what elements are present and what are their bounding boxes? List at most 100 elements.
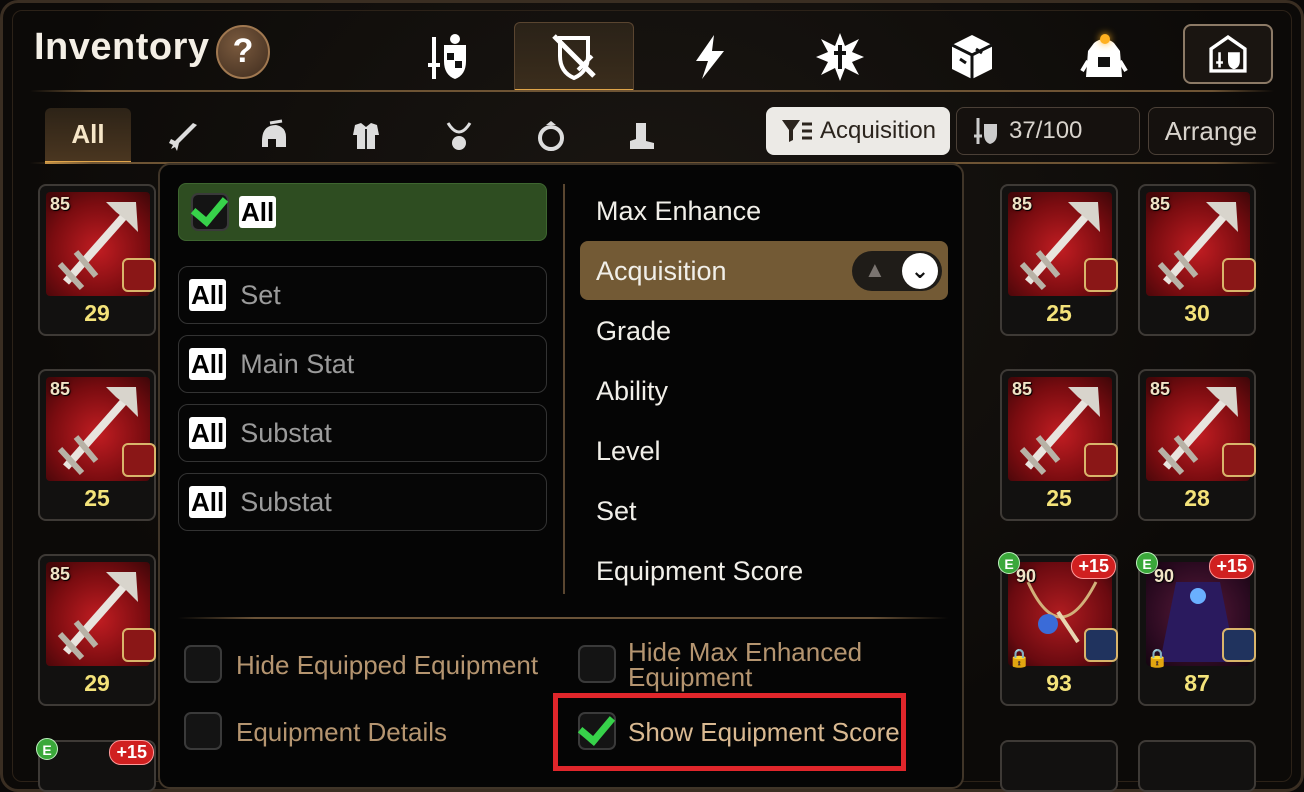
capacity-count: 37/100 [1009,117,1083,144]
set-icon [1222,628,1256,662]
arrange-button[interactable]: Arrange [1148,107,1274,155]
item-level: 85 [1012,379,1033,399]
equipped-marker: E [36,738,58,760]
set-icon [1084,628,1118,662]
filter-label: Set [240,279,281,310]
sort-option[interactable]: Equipment Score [596,556,803,587]
set-icon [1084,258,1118,292]
storage-button[interactable] [1183,24,1273,84]
item-card[interactable]: 85 28 [1138,369,1256,521]
tab-artifacts[interactable] [650,22,770,92]
filter-row-substat[interactable]: All Substat [178,404,547,462]
cube-icon [951,35,993,79]
equipment-details-checkbox[interactable] [184,712,222,750]
sort-option[interactable]: Ability [596,376,668,407]
filter-tab-ring[interactable] [508,108,594,164]
chevron-down-icon[interactable]: ⌄ [902,253,938,289]
armor-icon [353,123,379,149]
item-score: 25 [84,485,110,511]
lock-icon: 🔒 [1008,648,1031,668]
item-level: 90 [1016,566,1037,586]
lock-icon: 🔒 [1146,648,1169,668]
set-icon [1222,258,1256,292]
filter-row-main-stat[interactable]: All Main Stat [178,335,547,393]
no-equipment-icon [552,34,596,81]
filter-tab-armor[interactable] [323,108,409,164]
item-card[interactable] [1138,740,1256,792]
equipment-icon [974,118,997,144]
all-pill: All [189,279,227,311]
item-card[interactable]: 85 25 [38,369,156,521]
filter-icon [781,120,812,142]
sort-button[interactable]: Acquisition [766,107,950,155]
all-pill: All [189,348,227,380]
sort-option[interactable]: Set [596,496,637,527]
hide-max-enhanced-label-2: Equipment [628,662,753,692]
sort-order-toggle[interactable]: ▲ ⌄ [852,251,942,291]
filter-label: Substat [240,417,332,448]
lightning-icon [696,35,724,79]
filter-tab-weapon[interactable] [137,108,223,164]
panel-divider-horizontal [178,617,948,619]
filter-tab-boots[interactable] [598,108,684,164]
hide-equipped-checkbox[interactable] [184,645,222,683]
filter-all-option[interactable]: All [178,183,547,241]
tab-materials[interactable] [912,22,1032,92]
inventory-capacity: 37/100 [956,107,1140,155]
item-card[interactable]: 85 29 [38,554,156,706]
item-score: 25 [1046,300,1072,326]
tab-unequipped[interactable] [514,22,634,92]
sword-icon [169,123,197,151]
enhance-badge: +15 [1071,554,1116,579]
item-card[interactable]: 85 25 [1000,369,1118,521]
filter-tab-necklace[interactable] [416,108,502,164]
item-score: 28 [1184,485,1210,511]
item-level: 85 [1150,379,1171,399]
sort-option-selected[interactable]: Acquisition [596,256,727,287]
enhance-badge: +15 [109,740,154,765]
all-pill: All [189,486,227,518]
set-icon [122,258,156,292]
checkbox-checked[interactable] [191,193,229,231]
sort-button-label: Acquisition [819,117,937,144]
item-card[interactable]: E 90 +15 🔒 93 [998,552,1118,706]
set-icon [1084,443,1118,477]
sort-option[interactable]: Level [596,436,661,467]
item-card[interactable]: E +15 [36,738,156,792]
item-score: 29 [84,670,110,696]
item-score: 29 [84,300,110,326]
tab-equipment[interactable] [386,22,506,92]
item-card[interactable]: 85 25 [1000,184,1118,336]
tab-bag[interactable] [1044,22,1164,92]
notification-dot [1100,34,1110,44]
page-title: Inventory [34,26,210,68]
filter-row-substat[interactable]: All Substat [178,473,547,531]
tab-burst[interactable] [780,22,900,92]
sort-option[interactable]: Grade [596,316,671,347]
filter-tab-all-label: All [71,119,105,149]
helmet-icon [262,119,286,147]
item-level: 85 [50,564,71,584]
equipment-details-label: Equipment Details [236,717,447,747]
sort-option[interactable]: Max Enhance [596,196,761,227]
help-button[interactable]: ? [216,25,270,79]
item-score: 30 [1184,300,1210,326]
item-card[interactable]: 85 30 [1138,184,1256,336]
item-level: 90 [1154,566,1175,586]
filter-row-set[interactable]: All Set [178,266,547,324]
filter-tab-all[interactable]: All [45,108,131,164]
chevron-up-icon[interactable]: ▲ [864,257,886,283]
hide-max-enhanced-checkbox[interactable] [578,645,616,683]
filter-tab-helmet[interactable] [230,108,316,164]
item-level: 85 [1012,194,1033,214]
item-card[interactable] [1000,740,1118,792]
header-divider [30,90,1274,92]
necklace-icon [446,122,472,150]
item-level: 85 [50,379,71,399]
burst-icon [816,33,864,81]
item-card[interactable]: E 90 +15 🔒 87 [1136,552,1256,706]
item-card[interactable]: 85 29 [38,184,156,336]
storage-icon [1209,35,1247,73]
all-pill: All [239,196,277,228]
highlight-box [553,693,906,771]
